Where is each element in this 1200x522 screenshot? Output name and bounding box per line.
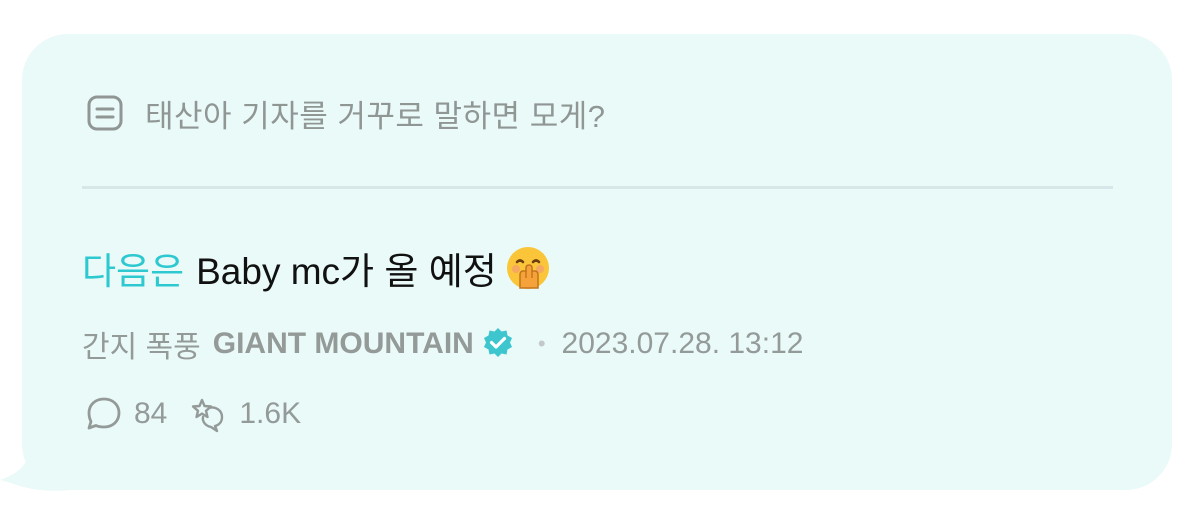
answer-highlight: 다음은 xyxy=(82,251,185,292)
divider xyxy=(82,186,1113,189)
post-meta: 간지 폭풍 GIANT MOUNTAIN • 2023.07.28. 13:12 xyxy=(82,322,803,366)
answer-text: Baby mc가 올 예정 xyxy=(196,251,497,292)
question-row: 태산아 기자를 거꾸로 말하면 모게? xyxy=(87,88,605,138)
author-prefix: 간지 폭풍 xyxy=(82,331,201,364)
author-name[interactable]: GIANT MOUNTAIN xyxy=(213,327,474,361)
comment-bubble-icon[interactable] xyxy=(84,394,124,434)
question-list-icon xyxy=(87,95,123,131)
verified-badge-icon xyxy=(480,326,516,362)
hand-over-mouth-emoji-icon xyxy=(503,243,553,293)
like-count: 1.6K xyxy=(239,397,302,430)
stats-row: 84 1.6K xyxy=(84,392,323,436)
question-text: 태산아 기자를 거꾸로 말하면 모게? xyxy=(145,98,606,134)
comment-count: 84 xyxy=(134,397,168,430)
meta-separator: • xyxy=(537,331,546,356)
answer-row: 다음은 Baby mc가 올 예정 xyxy=(82,240,553,296)
message-bubble-container: 태산아 기자를 거꾸로 말하면 모게? 다음은 Baby mc가 올 예정 간지… xyxy=(0,0,1200,522)
bubble-tail xyxy=(0,440,70,491)
timestamp: 2023.07.28. 13:12 xyxy=(561,327,804,360)
sparkle-reaction-icon[interactable] xyxy=(189,394,229,434)
